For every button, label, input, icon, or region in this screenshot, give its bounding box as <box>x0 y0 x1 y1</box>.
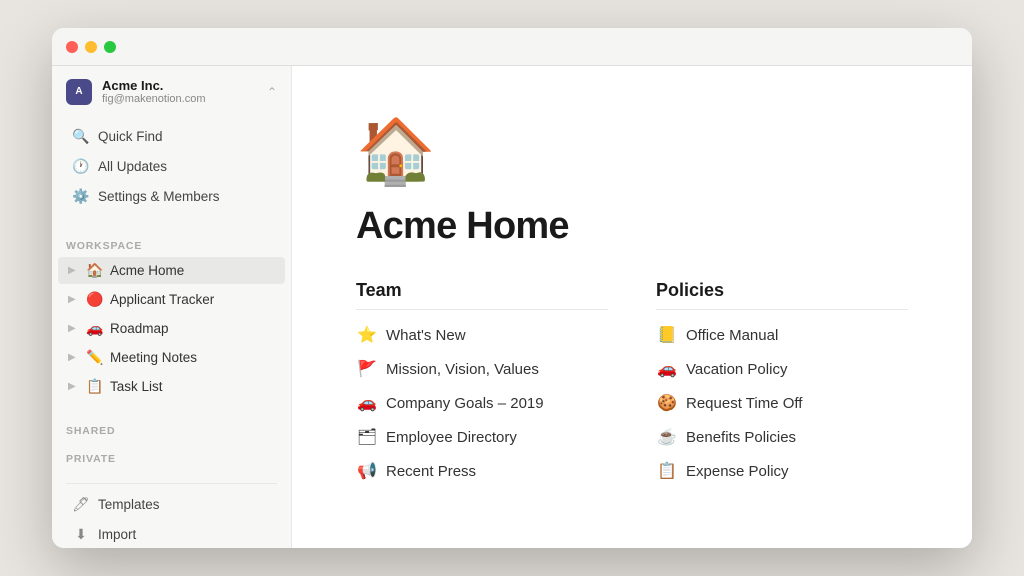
sidebar-item-all-updates[interactable]: 🕐 All Updates <box>58 152 285 181</box>
item-emoji: ☕ <box>656 427 678 447</box>
sidebar-divider-3 <box>66 483 277 484</box>
list-item[interactable]: 🚗 Vacation Policy <box>656 352 908 386</box>
template-icon: 🖊 <box>72 496 90 513</box>
team-list: ⭐ What's New 🚩 Mission, Vision, Values 🚗… <box>356 318 608 488</box>
sidebar-item-meeting-notes[interactable]: ▶ ✏️ Meeting Notes <box>58 344 285 371</box>
list-item[interactable]: 🚩 Mission, Vision, Values <box>356 352 608 386</box>
sidebar-item-quick-find[interactable]: 🔍 Quick Find <box>58 122 285 151</box>
team-column: Team ⭐ What's New 🚩 Mission, Vision, Val… <box>356 280 608 488</box>
nav-item-label: Import <box>98 527 136 542</box>
private-section-label: PRIVATE <box>52 441 291 469</box>
import-icon: ⬇ <box>72 526 90 543</box>
sidebar-bottom: 🖊 Templates ⬇ Import 🗑 Trash <box>52 469 291 548</box>
account-info: Acme Inc. fig@makenotion.com <box>102 78 257 105</box>
gear-icon: ⚙️ <box>72 188 90 205</box>
page-icon: 🚗 <box>86 320 104 337</box>
content-columns: Team ⭐ What's New 🚩 Mission, Vision, Val… <box>356 280 908 488</box>
policies-list: 📒 Office Manual 🚗 Vacation Policy 🍪 Requ… <box>656 318 908 488</box>
minimize-button[interactable] <box>85 41 97 53</box>
chevron-up-down-icon: ⌃ <box>267 85 277 99</box>
chevron-icon: ▶ <box>68 323 80 334</box>
sidebar-item-settings[interactable]: ⚙️ Settings & Members <box>58 182 285 211</box>
list-item-label: What's New <box>386 327 466 344</box>
item-emoji: ⭐ <box>356 325 378 345</box>
item-emoji: 🚩 <box>356 359 378 379</box>
sidebar-item-acme-home[interactable]: ▶ 🏠 Acme Home <box>58 257 285 284</box>
shared-section-label: SHARED <box>52 413 291 441</box>
page-icon: ✏️ <box>86 349 104 366</box>
item-label: Applicant Tracker <box>110 292 275 307</box>
close-button[interactable] <box>66 41 78 53</box>
workspace-section-label: WORKSPACE <box>52 228 291 256</box>
sidebar-item-task-list[interactable]: ▶ 📋 Task List <box>58 373 285 400</box>
nav-item-label: Templates <box>98 497 160 512</box>
nav-item-label: Settings & Members <box>98 189 220 204</box>
sidebar-item-applicant-tracker[interactable]: ▶ 🔴 Applicant Tracker <box>58 286 285 313</box>
page-icon: 📋 <box>86 378 104 395</box>
chevron-icon: ▶ <box>68 294 80 305</box>
policies-column: Policies 📒 Office Manual 🚗 Vacation Poli… <box>656 280 908 488</box>
item-label: Task List <box>110 379 275 394</box>
sidebar-nav: 🔍 Quick Find 🕐 All Updates ⚙️ Settings &… <box>52 117 291 216</box>
list-item-label: Request Time Off <box>686 395 802 412</box>
chevron-icon: ▶ <box>68 352 80 363</box>
policies-column-title: Policies <box>656 280 908 310</box>
app-body: A Acme Inc. fig@makenotion.com ⌃ 🔍 Quick… <box>52 66 972 548</box>
list-item[interactable]: 📢 Recent Press <box>356 454 608 488</box>
list-item[interactable]: 🚗 Company Goals – 2019 <box>356 386 608 420</box>
avatar-initials: A <box>75 86 82 97</box>
list-item-label: Benefits Policies <box>686 429 796 446</box>
list-item[interactable]: 🗂 Employee Directory <box>356 420 608 454</box>
list-item[interactable]: ☕ Benefits Policies <box>656 420 908 454</box>
list-item-label: Expense Policy <box>686 463 789 480</box>
page-title: Acme Home <box>356 205 908 248</box>
item-label: Roadmap <box>110 321 275 336</box>
sidebar-item-import[interactable]: ⬇ Import <box>58 520 285 548</box>
sidebar-item-roadmap[interactable]: ▶ 🚗 Roadmap <box>58 315 285 342</box>
maximize-button[interactable] <box>104 41 116 53</box>
list-item-label: Office Manual <box>686 327 778 344</box>
chevron-icon: ▶ <box>68 381 80 392</box>
item-emoji: 🚗 <box>356 393 378 413</box>
item-label: Acme Home <box>110 263 275 278</box>
app-window: A Acme Inc. fig@makenotion.com ⌃ 🔍 Quick… <box>52 28 972 548</box>
list-item[interactable]: ⭐ What's New <box>356 318 608 352</box>
list-item-label: Mission, Vision, Values <box>386 361 539 378</box>
list-item[interactable]: 📋 Expense Policy <box>656 454 908 488</box>
account-switcher[interactable]: A Acme Inc. fig@makenotion.com ⌃ <box>52 66 291 117</box>
sidebar-item-templates[interactable]: 🖊 Templates <box>58 490 285 519</box>
nav-item-label: All Updates <box>98 159 167 174</box>
clock-icon: 🕐 <box>72 158 90 175</box>
account-email: fig@makenotion.com <box>102 93 257 105</box>
search-icon: 🔍 <box>72 128 90 145</box>
item-emoji: 📋 <box>656 461 678 481</box>
chevron-icon: ▶ <box>68 265 80 276</box>
traffic-lights <box>66 41 116 53</box>
item-emoji: 📢 <box>356 461 378 481</box>
page-icon: 🔴 <box>86 291 104 308</box>
page-cover-emoji: 🏠 <box>356 114 908 189</box>
account-name: Acme Inc. <box>102 78 257 93</box>
nav-item-label: Quick Find <box>98 129 163 144</box>
list-item-label: Employee Directory <box>386 429 517 446</box>
list-item-label: Company Goals – 2019 <box>386 395 544 412</box>
sidebar: A Acme Inc. fig@makenotion.com ⌃ 🔍 Quick… <box>52 66 292 548</box>
account-avatar: A <box>66 79 92 105</box>
list-item[interactable]: 📒 Office Manual <box>656 318 908 352</box>
item-emoji: 🚗 <box>656 359 678 379</box>
item-emoji: 🗂 <box>356 427 378 447</box>
team-column-title: Team <box>356 280 608 310</box>
list-item-label: Recent Press <box>386 463 476 480</box>
list-item-label: Vacation Policy <box>686 361 787 378</box>
item-emoji: 🍪 <box>656 393 678 413</box>
page-icon: 🏠 <box>86 262 104 279</box>
item-emoji: 📒 <box>656 325 678 345</box>
list-item[interactable]: 🍪 Request Time Off <box>656 386 908 420</box>
titlebar <box>52 28 972 66</box>
main-content: 🏠 Acme Home Team ⭐ What's New 🚩 Mission,… <box>292 66 972 548</box>
item-label: Meeting Notes <box>110 350 275 365</box>
